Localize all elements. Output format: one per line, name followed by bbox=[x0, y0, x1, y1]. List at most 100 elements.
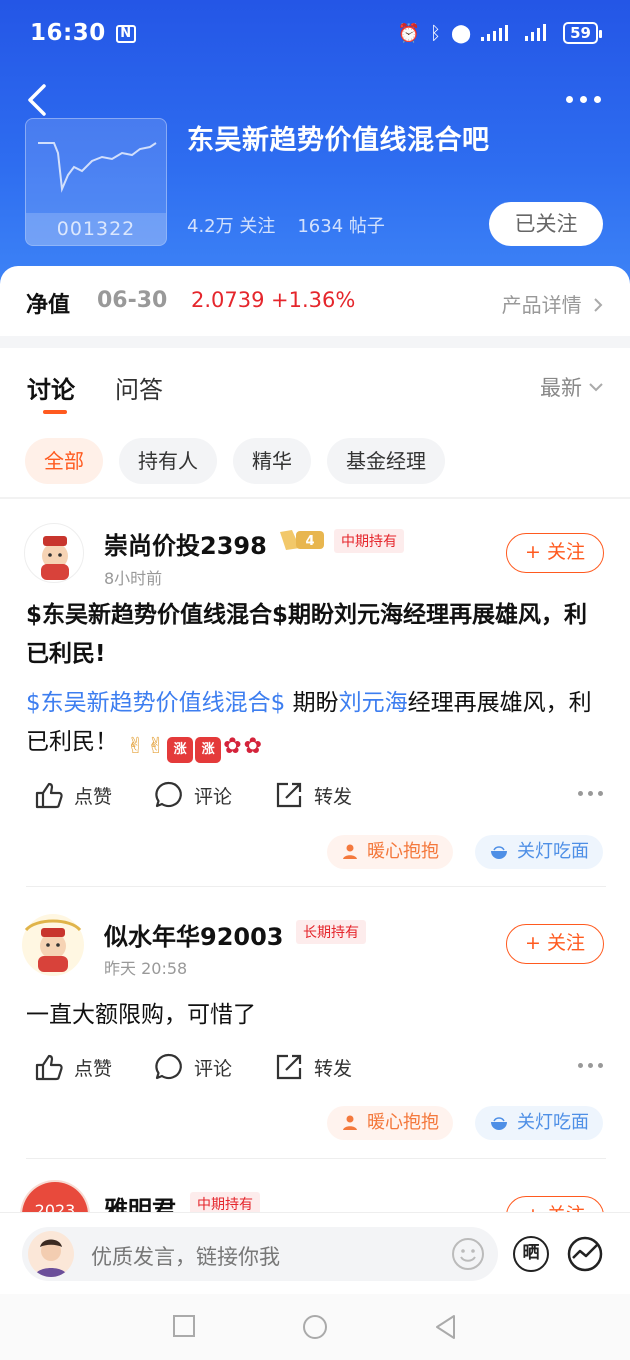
comment-icon bbox=[155, 1053, 182, 1080]
home-icon[interactable] bbox=[302, 1314, 328, 1340]
rise-emoji-icon: 涨 bbox=[195, 737, 222, 763]
noodle-bowl-icon bbox=[491, 1117, 507, 1130]
status-bar: 16:30 N ⏰ ᛒ ⬤ 59 bbox=[0, 0, 630, 70]
fund-thumbnail[interactable]: 001322 bbox=[25, 118, 167, 246]
battery-indicator: 59 bbox=[563, 22, 602, 44]
product-detail-link[interactable]: 产品详情 bbox=[502, 289, 604, 318]
filter-featured[interactable]: 精华 bbox=[233, 438, 311, 484]
share-photo-button[interactable]: 晒 bbox=[513, 1236, 549, 1272]
share-icon bbox=[276, 1054, 302, 1080]
mini-trend-chart bbox=[38, 142, 157, 193]
fund-stats: 4.2万 关注 1634 帖子 bbox=[187, 212, 385, 238]
sort-label: 最新 bbox=[540, 376, 582, 400]
nfc-icon: N bbox=[116, 25, 136, 43]
victory-hand-icon: ✌ bbox=[146, 734, 166, 759]
post-time: 8小时前 bbox=[104, 569, 163, 588]
rose-icon: ✿ bbox=[223, 734, 242, 759]
filter-fund-manager[interactable]: 基金经理 bbox=[327, 438, 445, 484]
post-username[interactable]: 似水年华92003 bbox=[104, 917, 284, 952]
compose-placeholder: 优质发言，链接你我 bbox=[91, 1245, 280, 1269]
section-gap bbox=[0, 336, 630, 348]
victory-hand-icon: ✌ bbox=[126, 734, 145, 759]
fund-header: 16:30 N ⏰ ᛒ ⬤ 59 001322 东吴新趋势价值线混合吧 4.2万… bbox=[0, 0, 630, 300]
post-more-icon[interactable] bbox=[578, 791, 603, 796]
warm-hug-button[interactable]: 暖心抱抱 bbox=[327, 835, 453, 869]
more-icon[interactable] bbox=[566, 96, 606, 108]
holding-tag: 长期持有 bbox=[296, 920, 366, 944]
net-value: 2.0739 bbox=[191, 288, 265, 312]
compose-input[interactable]: 优质发言，链接你我 bbox=[22, 1227, 498, 1281]
like-icon bbox=[35, 1054, 63, 1081]
avatar[interactable] bbox=[20, 912, 86, 978]
signal-icon bbox=[481, 25, 509, 41]
compose-bar: 优质发言，链接你我 晒 bbox=[0, 1212, 630, 1294]
post-divider bbox=[26, 1158, 606, 1159]
post-more-icon[interactable] bbox=[578, 1063, 603, 1068]
avatar[interactable] bbox=[24, 523, 84, 583]
hug-icon bbox=[343, 1115, 357, 1130]
holding-tag: 中期持有 bbox=[334, 529, 404, 553]
location-icon: ⬤ bbox=[450, 22, 472, 44]
filter-all[interactable]: 全部 bbox=[25, 438, 103, 484]
post-title[interactable]: $东吴新趋势价值线混合$期盼刘元海经理再展雄风，利已利民! bbox=[26, 596, 606, 674]
fund-code: 001322 bbox=[26, 213, 166, 245]
tab-qa[interactable]: 问答 bbox=[115, 370, 163, 405]
post-actions: 点赞 评论 转发 bbox=[34, 780, 394, 810]
post-body[interactable]: $东吴新趋势价值线混合$ 期盼刘元海经理再展雄风，利已利民！ ✌✌ 涨涨 ✿✿ bbox=[26, 684, 606, 763]
share-button[interactable]: 转发 bbox=[274, 1052, 394, 1082]
svg-text:4: 4 bbox=[305, 534, 314, 549]
post-body[interactable]: 一直大额限购，可惜了 bbox=[26, 996, 606, 1035]
share-button[interactable]: 转发 bbox=[274, 780, 394, 810]
warm-hug-button[interactable]: 暖心抱抱 bbox=[327, 1106, 453, 1140]
bluetooth-icon: ᛒ bbox=[430, 22, 441, 44]
comment-button[interactable]: 评论 bbox=[154, 780, 274, 810]
comment-button[interactable]: 评论 bbox=[154, 1052, 274, 1082]
post-username[interactable]: 崇尚价投2398 bbox=[104, 526, 267, 561]
net-value-date: 06-30 bbox=[97, 288, 168, 313]
status-icons: ⏰ ᛒ ⬤ 59 bbox=[397, 22, 602, 44]
emoji-icon[interactable] bbox=[450, 1236, 486, 1272]
tab-discuss[interactable]: 讨论 bbox=[27, 370, 75, 405]
active-tab-indicator bbox=[43, 410, 67, 414]
divider bbox=[0, 497, 630, 499]
followed-button[interactable]: 已关注 bbox=[489, 202, 603, 246]
fund-link[interactable]: $东吴新趋势价值线混合$ bbox=[26, 690, 285, 716]
recent-apps-icon[interactable] bbox=[172, 1314, 196, 1338]
follow-user-button[interactable]: + 关注 bbox=[506, 924, 604, 964]
sort-dropdown[interactable]: 最新 bbox=[540, 372, 604, 402]
like-icon bbox=[35, 782, 63, 809]
chevron-right-icon bbox=[594, 298, 603, 312]
alarm-icon: ⏰ bbox=[397, 22, 421, 44]
reaction-buttons: 暖心抱抱 关灯吃面 bbox=[327, 835, 603, 869]
filter-chips: 全部 持有人 精华 基金经理 bbox=[25, 438, 445, 484]
reaction-buttons: 暖心抱抱 关灯吃面 bbox=[327, 1106, 603, 1140]
system-back-icon[interactable] bbox=[434, 1314, 458, 1340]
my-avatar bbox=[28, 1231, 74, 1277]
post-time: 昨天 20:58 bbox=[104, 959, 188, 978]
follow-user-button[interactable]: + 关注 bbox=[506, 533, 604, 573]
followers-count: 4.2万 关注 bbox=[187, 216, 276, 237]
net-value-row[interactable]: 净值 06-30 2.0739 +1.36% 产品详情 bbox=[0, 266, 630, 336]
like-button[interactable]: 点赞 bbox=[34, 1052, 154, 1082]
rose-icon: ✿ bbox=[243, 734, 263, 759]
trend-icon[interactable] bbox=[567, 1236, 603, 1272]
like-button[interactable]: 点赞 bbox=[34, 780, 154, 810]
signal-icon-2 bbox=[525, 24, 547, 41]
page-title: 东吴新趋势价值线混合吧 bbox=[187, 125, 490, 156]
noodle-bowl-icon bbox=[491, 846, 507, 859]
posts-count: 1634 帖子 bbox=[297, 216, 385, 237]
lights-off-noodles-button[interactable]: 关灯吃面 bbox=[475, 835, 603, 869]
chevron-down-icon bbox=[589, 383, 603, 392]
system-navigation-bar bbox=[0, 1294, 630, 1360]
comment-icon bbox=[155, 781, 182, 808]
net-value-change: +1.36% bbox=[271, 288, 356, 312]
post-divider bbox=[26, 886, 606, 887]
manager-link[interactable]: 刘元海 bbox=[339, 690, 408, 716]
post-actions: 点赞 评论 转发 bbox=[34, 1052, 394, 1082]
share-icon bbox=[276, 782, 302, 808]
net-value-label: 净值 bbox=[26, 293, 71, 318]
lights-off-noodles-button[interactable]: 关灯吃面 bbox=[475, 1106, 603, 1140]
rise-emoji-icon: 涨 bbox=[167, 737, 194, 763]
filter-holders[interactable]: 持有人 bbox=[119, 438, 217, 484]
back-arrow-icon[interactable] bbox=[20, 82, 56, 118]
